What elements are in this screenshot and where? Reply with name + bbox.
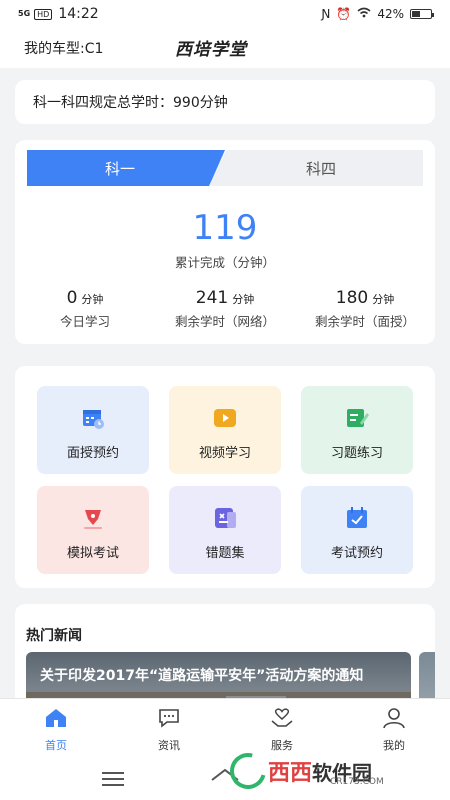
total-hours-card: 科一科四规定总学时：990分钟 — [15, 80, 435, 124]
video-play-icon — [213, 406, 237, 430]
battery-percent: 42% — [377, 7, 404, 21]
stat-unit: 分钟 — [232, 293, 255, 306]
calendar-clock-icon — [81, 406, 105, 430]
feature-label: 考试预约 — [330, 546, 383, 561]
feature-mistake-book[interactable]: 错题集 — [169, 486, 281, 574]
tab-subject-4[interactable]: 科四 — [209, 150, 423, 186]
feature-label: 视频学习 — [198, 446, 251, 461]
tab-label: 资讯 — [158, 739, 180, 752]
car-model[interactable]: 我的车型:C1 — [24, 38, 103, 58]
tab-news[interactable]: 资讯 — [129, 707, 209, 753]
feature-video-learning[interactable]: 视频学习 — [169, 386, 281, 474]
feature-label: 错题集 — [205, 546, 245, 561]
pen-nib-icon — [81, 506, 105, 530]
feature-exam-booking[interactable]: 考试预约 — [301, 486, 413, 574]
stat-unit: 分钟 — [81, 293, 104, 306]
news-headline: 关于印发2017年“道路运输平安年”活动方案的通知 — [40, 668, 364, 684]
stat-inperson-remaining: 180 分钟 剩余学时（面授） — [295, 288, 435, 330]
tab-label: 首页 — [45, 739, 67, 752]
wifi-icon — [357, 7, 371, 21]
feature-mock-exam[interactable]: 模拟考试 — [37, 486, 149, 574]
stat-label: 今日学习 — [59, 314, 110, 329]
watermark: 西西 软件园 CR173.COM — [223, 746, 430, 796]
app-logo: 西培学堂 — [175, 40, 247, 60]
feature-label: 习题练习 — [330, 446, 383, 461]
stat-label: 剩余学时（网络） — [174, 314, 275, 329]
feature-inperson-booking[interactable]: 面授预约 — [37, 386, 149, 474]
watermark-sub: CR173.COM — [330, 777, 384, 787]
calendar-check-icon — [345, 506, 369, 530]
stat-value: 241 — [195, 288, 229, 308]
subject-tabs: 科一 科四 — [27, 150, 423, 186]
home-icon — [46, 709, 66, 727]
news-section-title: 热门新闻 — [26, 628, 82, 644]
stat-online-remaining: 241 分钟 剩余学时（网络） — [155, 288, 295, 330]
total-hours-text: 科一科四规定总学时：990分钟 — [33, 95, 228, 111]
status-bar: 5G HD 14:22 Ɲ ⏰ 42% — [0, 0, 450, 28]
tab-subject-1[interactable]: 科一 — [27, 150, 225, 186]
tab-service[interactable]: 服务 — [242, 707, 322, 753]
user-icon — [383, 708, 405, 729]
mistake-book-icon — [213, 506, 237, 530]
feature-exercise[interactable]: 习题练习 — [301, 386, 413, 474]
feature-grid: 面授预约 视频学习 习题练习 模拟考试 错题集 考试预约 — [15, 366, 435, 588]
app-header: 我的车型:C1 西培学堂 — [0, 28, 450, 68]
alarm-icon: ⏰ — [336, 7, 352, 21]
tab-home[interactable]: 首页 — [16, 707, 96, 753]
nfc-icon: Ɲ — [321, 7, 331, 21]
clock: 14:22 — [58, 6, 99, 22]
heart-hand-icon — [271, 708, 293, 727]
feature-label: 模拟考试 — [66, 546, 119, 561]
stat-today: 0 分钟 今日学习 — [15, 288, 155, 330]
stat-value: 180 — [335, 288, 369, 308]
watermark-text-red: 西西 — [268, 761, 313, 786]
watermark-logo-icon — [223, 746, 273, 796]
hd-badge: HD — [34, 8, 53, 20]
stat-unit: 分钟 — [372, 293, 395, 306]
tab-mine[interactable]: 我的 — [354, 707, 434, 753]
menu-icon[interactable] — [102, 772, 124, 790]
signal-indicator: 5G — [18, 9, 31, 18]
study-progress-card: 科一 科四 119 累计完成（分钟） 0 分钟 今日学习 241 分钟 剩余学时（网… — [15, 140, 435, 344]
completed-label: 累计完成（分钟） — [174, 255, 275, 270]
battery-icon — [410, 9, 434, 19]
stat-value: 0 — [66, 288, 78, 308]
bottom-tab-bar: 首页 资讯 服务 我的 — [0, 698, 450, 754]
chat-bubble-icon — [159, 709, 179, 728]
feature-label: 面授预约 — [66, 446, 119, 461]
completed-minutes: 119 — [192, 208, 258, 248]
stat-label: 剩余学时（面授） — [314, 314, 415, 329]
edit-note-icon — [345, 406, 369, 430]
